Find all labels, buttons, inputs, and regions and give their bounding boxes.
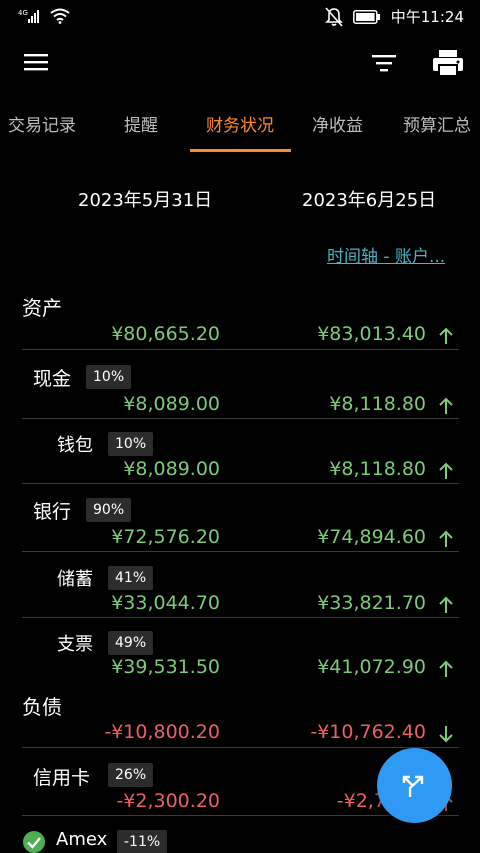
split-arrows-icon [402, 775, 424, 797]
row-title: Amex [56, 829, 108, 850]
check-circle-icon [23, 831, 45, 853]
row-title: 资产 [22, 296, 62, 320]
end-amount: ¥74,894.60 [317, 526, 426, 548]
row-divider [22, 617, 459, 618]
start-amount: ¥8,089.00 [123, 393, 220, 415]
app-bar [0, 34, 480, 92]
row-title: 银行 [33, 501, 72, 523]
percent-badge: 26% [108, 763, 154, 787]
hamburger-menu-icon [24, 54, 48, 71]
status-left: 4G [18, 8, 70, 24]
end-amount: ¥8,118.80 [329, 458, 426, 480]
split-fab-button[interactable] [377, 748, 452, 823]
percent-badge: 10% [86, 365, 132, 389]
end-date[interactable]: 2023年6月25日 [302, 186, 436, 212]
row-title: 负债 [22, 695, 62, 719]
status-bar: 4G 中午11:24 [0, 0, 480, 34]
row-title: 支票 [57, 634, 93, 655]
arrow-down-icon [439, 726, 453, 743]
active-tab-indicator [190, 149, 291, 152]
start-amount: ¥8,089.00 [123, 458, 220, 480]
battery-icon [352, 9, 380, 24]
row-title: 储蓄 [57, 569, 93, 590]
filter-icon [372, 55, 396, 72]
end-amount: ¥33,821.70 [317, 592, 426, 614]
row-title: 现金 [33, 368, 72, 390]
arrow-up-icon [439, 660, 453, 677]
row-divider [22, 418, 459, 419]
arrow-up-icon [439, 530, 453, 547]
end-amount: ¥83,013.40 [317, 323, 426, 345]
arrow-up-icon [439, 462, 453, 479]
start-amount: -¥2,300.20 [116, 790, 220, 812]
start-amount: ¥72,576.20 [111, 526, 220, 548]
filter-button[interactable] [368, 50, 400, 78]
arrow-up-icon [439, 397, 453, 414]
end-amount: -¥10,762.40 [310, 721, 426, 743]
percent-badge: 49% [108, 631, 154, 655]
tab-budget-summary[interactable]: 预算汇总 [403, 111, 471, 136]
tab-net-income[interactable]: 净收益 [312, 111, 363, 136]
bell-muted-icon [324, 6, 343, 27]
percent-badge: 10% [108, 432, 154, 456]
tab-financial-status[interactable]: 财务状况 [206, 111, 274, 136]
row-divider [22, 483, 459, 484]
menu-button[interactable] [22, 50, 52, 76]
network-type: 4G [18, 9, 28, 17]
percent-badge: 90% [86, 498, 132, 522]
print-button[interactable] [430, 46, 466, 80]
status-right: 中午11:24 [324, 6, 464, 27]
row-title: 钱包 [57, 435, 93, 456]
percent-badge: 41% [108, 566, 154, 590]
end-amount: ¥8,118.80 [329, 393, 426, 415]
clock: 中午11:24 [390, 8, 464, 26]
arrow-up-icon [439, 327, 453, 344]
row-title: 信用卡 [33, 767, 91, 789]
tab-bar: 交易记录 提醒 财务状况 净收益 预算汇总 [0, 96, 480, 152]
cell-signal-icon: 4G [18, 9, 39, 23]
percent-badge: -11% [117, 830, 168, 853]
row-divider [22, 551, 459, 552]
row-divider [22, 349, 459, 350]
timeline-accounts-link[interactable]: 时间轴 - 账户... [327, 242, 445, 267]
arrow-up-icon [439, 596, 453, 613]
start-amount: ¥39,531.50 [111, 656, 220, 678]
printer-icon [433, 50, 463, 77]
start-amount: ¥33,044.70 [111, 592, 220, 614]
end-amount: ¥41,072.90 [317, 656, 426, 678]
tab-transactions[interactable]: 交易记录 [8, 111, 76, 136]
row-divider [22, 747, 459, 748]
wifi-icon [50, 8, 70, 24]
start-amount: ¥80,665.20 [111, 323, 220, 345]
start-amount: -¥10,800.20 [104, 721, 220, 743]
tab-reminders[interactable]: 提醒 [124, 111, 158, 136]
start-date[interactable]: 2023年5月31日 [78, 186, 212, 212]
